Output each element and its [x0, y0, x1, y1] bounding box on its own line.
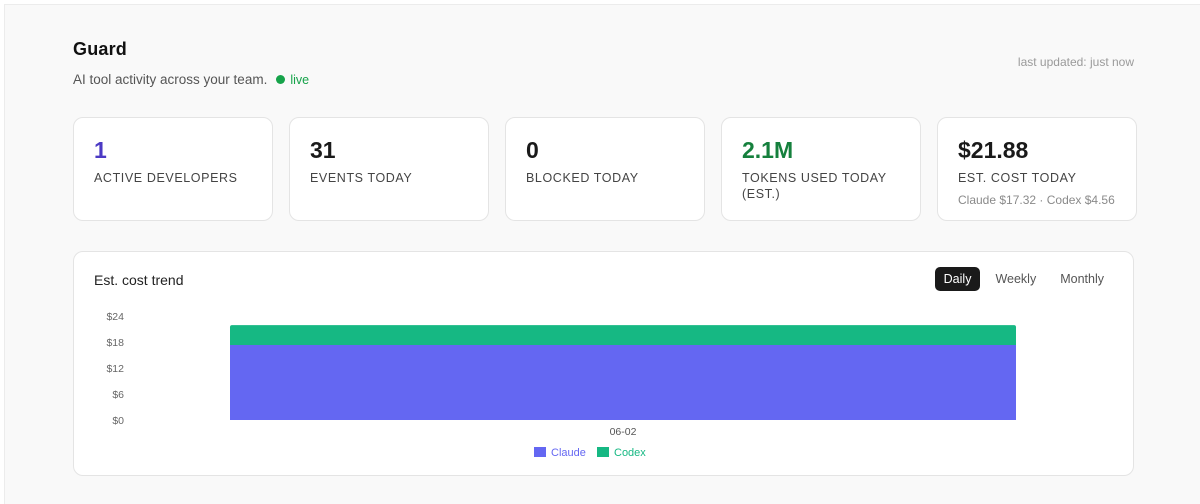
stat-cards: 1 ACTIVE DEVELOPERS 31 EVENTS TODAY 0 BL… — [73, 117, 1137, 221]
area-series-codex — [230, 325, 1016, 345]
cost-trend-chart: $0 $6 $12 $18 $24 06-02 Claude Codex — [106, 311, 1016, 459]
blocked-today-label: BLOCKED TODAY — [526, 171, 639, 185]
legend-swatch-codex — [597, 447, 609, 457]
blocked-today-value: 0 — [526, 137, 539, 163]
y-tick-label: $12 — [106, 363, 124, 375]
cost-trend-panel: Est. cost trend Daily Weekly Monthly $0 $… — [73, 251, 1134, 476]
active-developers-value: 1 — [94, 137, 107, 163]
est-cost-breakdown: Claude $17.32 · Codex $4.56 — [958, 193, 1115, 207]
y-tick-label: $24 — [106, 311, 124, 323]
page-title: Guard — [73, 39, 128, 59]
legend-label-codex: Codex — [614, 447, 646, 459]
tokens-used-label: TOKENS USED TODAY (EST.) — [742, 171, 887, 201]
events-today-label: EVENTS TODAY — [310, 171, 413, 185]
active-developers-label: ACTIVE DEVELOPERS — [94, 171, 238, 185]
legend-label-claude: Claude — [551, 447, 586, 459]
dashboard-page: Guard AI tool activity across your team.… — [4, 4, 1200, 504]
area-series-claude — [230, 344, 1016, 420]
stat-card-events-today: 31 EVENTS TODAY — [289, 117, 489, 221]
y-tick-label: $0 — [112, 415, 124, 427]
est-cost-label: EST. COST TODAY — [958, 171, 1077, 185]
subtitle-row: AI tool activity across your team. live — [73, 72, 309, 87]
est-cost-value: $21.88 — [958, 137, 1029, 163]
page-header: Guard AI tool activity across your team.… — [73, 39, 309, 87]
stat-card-est-cost: $21.88 EST. COST TODAY Claude $17.32 · C… — [937, 117, 1137, 221]
legend-swatch-claude — [534, 447, 546, 457]
live-status-label: live — [290, 72, 310, 87]
live-status-dot-icon — [276, 75, 286, 84]
events-today-value: 31 — [310, 137, 336, 163]
last-updated-text: last updated: just now — [1017, 55, 1134, 69]
stat-card-tokens-used: 2.1M TOKENS USED TODAY (EST.) — [721, 117, 921, 221]
y-tick-label: $6 — [112, 389, 124, 401]
stat-card-active-developers: 1 ACTIVE DEVELOPERS — [73, 117, 273, 221]
page-subtitle: AI tool activity across your team. — [73, 72, 268, 87]
x-tick-label: 06-02 — [610, 426, 637, 438]
y-tick-label: $18 — [106, 337, 124, 349]
stat-card-blocked-today: 0 BLOCKED TODAY — [505, 117, 705, 221]
tokens-used-value: 2.1M — [742, 137, 794, 163]
